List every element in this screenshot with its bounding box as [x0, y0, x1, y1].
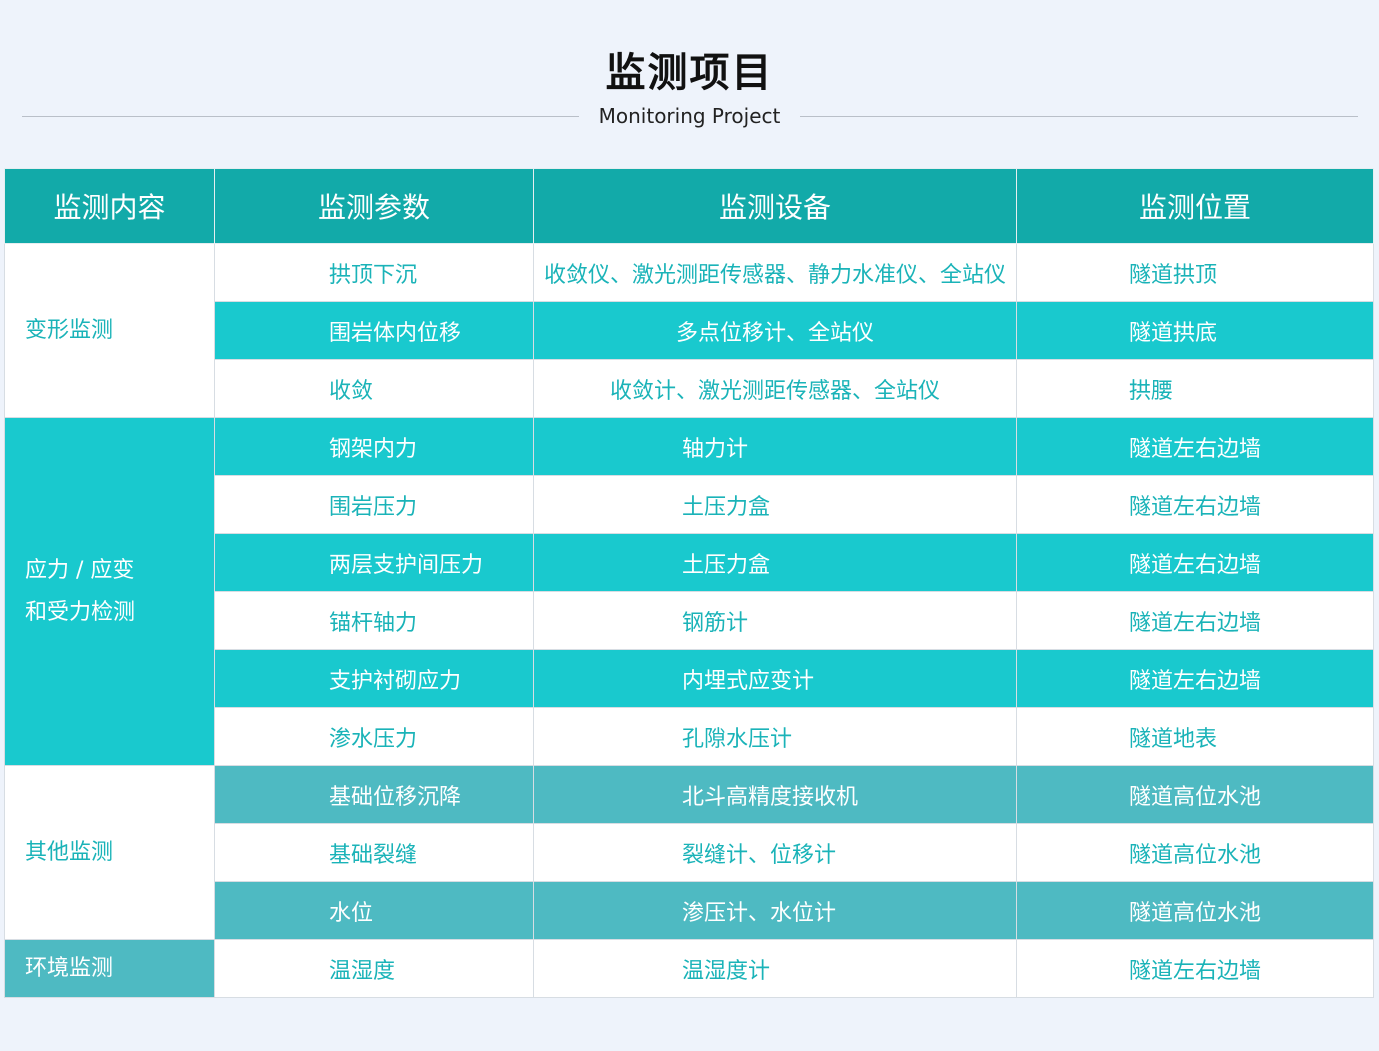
- category-label: 应力 / 应变: [25, 557, 135, 583]
- param-cell: 基础位移沉降: [214, 765, 534, 824]
- location-cell: 隧道左右边墙: [1016, 591, 1374, 650]
- param-cell: 支护衬砌应力: [214, 649, 534, 708]
- param-cell: 围岩体内位移: [214, 301, 534, 360]
- table-row: 其他监测 基础位移沉降 北斗高精度接收机 隧道高位水池: [4, 765, 1374, 940]
- location-cell: 隧道拱顶: [1016, 243, 1374, 302]
- device-cell: 土压力盒: [533, 475, 1017, 534]
- device-cell: 轴力计: [533, 417, 1017, 476]
- location-cell: 隧道拱底: [1016, 301, 1374, 360]
- category-cell: 应力 / 应变 和受力检测: [4, 417, 215, 766]
- device-cell: 收敛仪、激光测距传感器、静力水准仪、全站仪: [533, 243, 1017, 302]
- location-cell: 隧道高位水池: [1016, 881, 1374, 940]
- param-cell: 温湿度: [214, 939, 534, 998]
- param-cell: 收敛: [214, 359, 534, 418]
- param-cell: 钢架内力: [214, 417, 534, 476]
- category-cell: 环境监测: [4, 939, 215, 998]
- page-title: 监测项目: [605, 50, 774, 96]
- category-cell: 其他监测: [4, 765, 215, 940]
- param-cell: 渗水压力: [214, 707, 534, 766]
- table-row: 环境监测 温湿度 温湿度计 隧道左右边墙: [4, 939, 1374, 998]
- device-cell: 多点位移计、全站仪: [533, 301, 1017, 360]
- param-cell: 锚杆轴力: [214, 591, 534, 650]
- category-cell: 变形监测: [4, 243, 215, 418]
- table-header-row: 监测内容 监测参数 监测设备 监测位置: [4, 168, 1374, 244]
- device-cell: 钢筋计: [533, 591, 1017, 650]
- location-cell: 隧道左右边墙: [1016, 649, 1374, 708]
- table-row: 应力 / 应变 和受力检测 钢架内力 轴力计 隧道左右边墙: [4, 417, 1374, 766]
- device-cell: 裂缝计、位移计: [533, 823, 1017, 882]
- location-cell: 隧道地表: [1016, 707, 1374, 766]
- category-label: 其他监测: [25, 839, 114, 865]
- location-cell: 隧道左右边墙: [1016, 417, 1374, 476]
- category-label: 和受力检测: [25, 599, 136, 625]
- device-cell: 收敛计、激光测距传感器、全站仪: [533, 359, 1017, 418]
- device-cell: 北斗高精度接收机: [533, 765, 1017, 824]
- device-cell: 土压力盒: [533, 533, 1017, 592]
- location-cell: 拱腰: [1016, 359, 1374, 418]
- param-cell: 围岩压力: [214, 475, 534, 534]
- category-label: 变形监测: [25, 317, 114, 343]
- device-cell: 内埋式应变计: [533, 649, 1017, 708]
- param-cell: 两层支护间压力: [214, 533, 534, 592]
- location-cell: 隧道左右边墙: [1016, 939, 1374, 998]
- location-cell: 隧道高位水池: [1016, 765, 1374, 824]
- category-label: 环境监测: [25, 955, 114, 981]
- device-cell: 渗压计、水位计: [533, 881, 1017, 940]
- table-row: 变形监测 拱顶下沉 收敛仪、激光测距传感器、静力水准仪、全站仪 隧道拱顶: [4, 243, 1374, 418]
- param-cell: 基础裂缝: [214, 823, 534, 882]
- location-cell: 隧道左右边墙: [1016, 533, 1374, 592]
- location-cell: 隧道左右边墙: [1016, 475, 1374, 534]
- column-header-parameter: 监测参数: [214, 168, 534, 244]
- title-divider-right: [800, 116, 1358, 117]
- column-header-content: 监测内容: [4, 168, 215, 244]
- param-cell: 拱顶下沉: [214, 243, 534, 302]
- param-cell: 水位: [214, 881, 534, 940]
- column-header-device: 监测设备: [533, 168, 1017, 244]
- device-cell: 孔隙水压计: [533, 707, 1017, 766]
- monitoring-table: 监测内容 监测参数 监测设备 监测位置 变形监测 拱顶下沉 收敛仪、激光测距传感…: [4, 168, 1374, 998]
- location-cell: 隧道高位水池: [1016, 823, 1374, 882]
- device-cell: 温湿度计: [533, 939, 1017, 998]
- column-header-location: 监测位置: [1016, 168, 1374, 244]
